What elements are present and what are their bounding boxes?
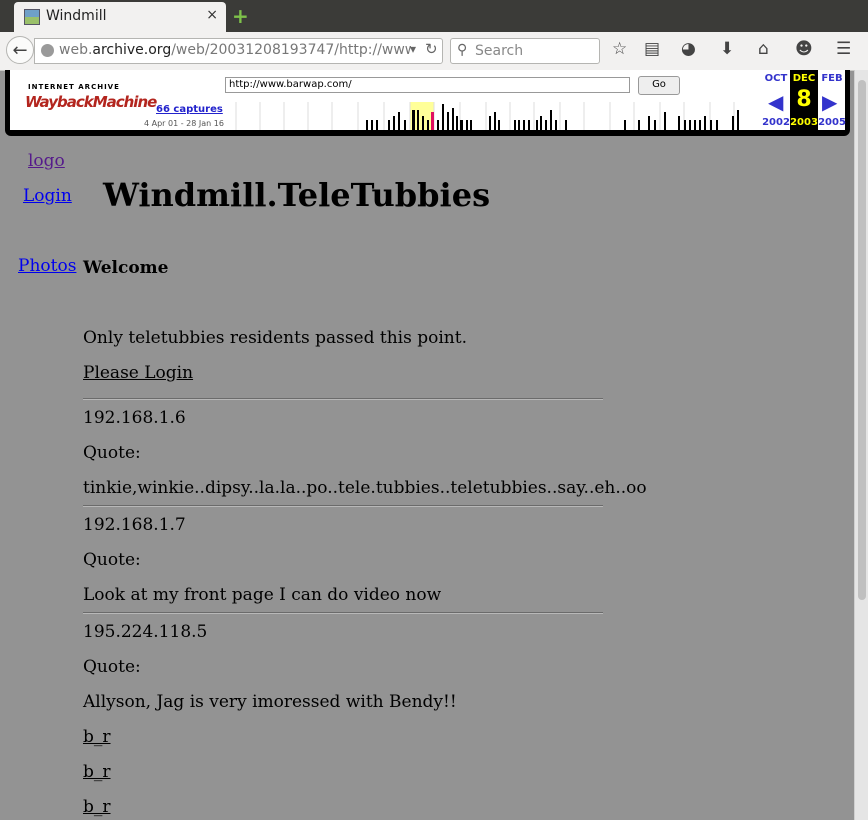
entry-quote-label: Quote: — [83, 657, 141, 677]
site-favicon-icon — [24, 9, 40, 25]
reading-list-icon[interactable]: ▤ — [644, 39, 660, 59]
captures-range: 4 Apr 01 - 28 Jan 16 — [144, 119, 224, 128]
entry-quote-text: Look at my front page I can do video now — [83, 585, 442, 605]
new-tab-icon[interactable]: + — [232, 4, 249, 28]
url-bar[interactable]: web.archive.org/web/20031208193747/http:… — [34, 38, 443, 64]
chat-icon[interactable]: ☻ — [795, 39, 813, 59]
login-link[interactable]: Login — [23, 186, 72, 206]
entry-quote-label: Quote: — [83, 550, 141, 570]
wayback-toolbar-inner: INTERNET ARCHIVE WaybackMachine http://w… — [10, 70, 846, 130]
entry-quote-text: Allyson, Jag is very imoressed with Bend… — [83, 692, 457, 712]
url-text[interactable]: web.archive.org/web/20031208193747/http:… — [59, 42, 411, 58]
page-title: Windmill.TeleTubbies — [103, 176, 491, 214]
entry-quote-text: tinkie,winkie..dipsy..la.la..po..tele.tu… — [83, 478, 647, 498]
back-arrow-icon[interactable]: ← — [6, 36, 34, 64]
wayback-url-input[interactable]: http://www.barwap.com/ — [225, 77, 630, 93]
divider — [83, 398, 603, 400]
prev-arrow-icon[interactable]: ◀ — [768, 90, 783, 114]
tab-title: Windmill — [46, 8, 107, 24]
next-arrow-icon[interactable]: ▶ — [822, 90, 837, 114]
home-icon[interactable]: ⌂ — [758, 39, 769, 59]
vertical-scrollbar[interactable] — [854, 70, 868, 820]
scrollbar-thumb[interactable] — [858, 80, 866, 600]
entry-ip: 192.168.1.7 — [83, 515, 186, 535]
wayback-go-button[interactable]: Go — [638, 76, 680, 95]
please-login-link[interactable]: Please Login — [83, 363, 193, 383]
wayback-logo[interactable]: INTERNET ARCHIVE WaybackMachine — [20, 82, 157, 122]
br-link[interactable]: b_r — [83, 762, 111, 782]
navigation-toolbar: ← web.archive.org/web/20031208193747/htt… — [0, 32, 868, 71]
welcome-heading: Welcome — [83, 258, 169, 278]
search-input[interactable]: ⚲ Search — [450, 38, 600, 64]
prev-capture[interactable]: OCT ◀ 2002 — [762, 70, 790, 130]
tab-windmill[interactable]: Windmill × — [14, 2, 226, 32]
current-capture: DEC 8 2003 — [790, 70, 818, 130]
entry-ip: 195.224.118.5 — [83, 622, 208, 642]
photos-link[interactable]: Photos — [18, 256, 76, 276]
br-link[interactable]: b_r — [83, 797, 111, 817]
menu-icon[interactable]: ☰ — [836, 39, 851, 59]
logo-link[interactable]: logo — [28, 151, 65, 171]
chevron-down-icon[interactable]: ▾ — [410, 42, 416, 56]
entry-ip: 192.168.1.6 — [83, 408, 186, 428]
close-tab-icon[interactable]: × — [206, 7, 218, 23]
next-capture[interactable]: FEB ▶ 2005 — [818, 70, 846, 130]
intro-text: Only teletubbies residents passed this p… — [83, 328, 467, 348]
wayback-toolbar: INTERNET ARCHIVE WaybackMachine http://w… — [5, 70, 850, 136]
bookmark-star-icon[interactable]: ☆ — [612, 39, 627, 59]
globe-icon — [41, 44, 54, 57]
search-placeholder: Search — [475, 43, 524, 59]
br-link[interactable]: b_r — [83, 727, 111, 747]
captures-link[interactable]: 66 captures — [156, 104, 223, 115]
tab-strip: Windmill × + — [0, 0, 868, 32]
captures-sparkline[interactable] — [234, 102, 759, 130]
pocket-icon[interactable]: ◕ — [681, 39, 696, 59]
reload-icon[interactable]: ↻ — [425, 40, 438, 58]
entry-quote-label: Quote: — [83, 443, 141, 463]
download-icon[interactable]: ⬇ — [720, 39, 734, 59]
search-icon: ⚲ — [457, 42, 468, 58]
divider — [83, 612, 603, 614]
divider — [83, 505, 603, 507]
